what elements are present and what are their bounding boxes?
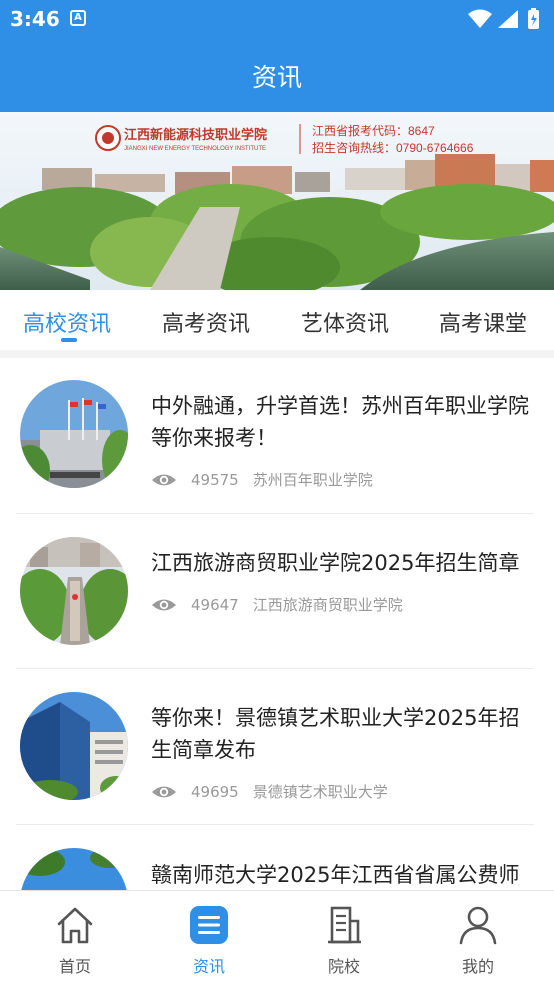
news-title[interactable]: 江西旅游商贸职业学院2025年招生简章 bbox=[151, 547, 531, 579]
status-time: 3:46 bbox=[10, 7, 60, 31]
nav-profile[interactable]: 我的 bbox=[428, 903, 528, 977]
notification-a-icon: A bbox=[70, 10, 86, 26]
news-source: 景德镇艺术职业大学 bbox=[252, 783, 388, 801]
banner-code-line: 江西省报考代码：8647 bbox=[312, 123, 435, 138]
banner-school-name-en: JIANGXI NEW ENERGY TECHNOLOGY INSTITUTE bbox=[124, 146, 266, 152]
news-title[interactable]: 赣南师范大学2025年江西省省属公费师 bbox=[151, 859, 531, 890]
signal-icon bbox=[498, 10, 518, 28]
status-bar: 3:46 A bbox=[0, 0, 554, 38]
nav-news[interactable]: 资讯 bbox=[159, 903, 259, 977]
eye-icon bbox=[152, 474, 176, 485]
news-title[interactable]: 等你来！景德镇艺术职业大学2025年招生简章发布 bbox=[151, 702, 531, 766]
news-list-icon bbox=[190, 906, 228, 944]
category-tabs: 高校资讯 高考资讯 艺体资讯 高考课堂 bbox=[0, 290, 554, 350]
nav-colleges-label: 院校 bbox=[327, 957, 360, 976]
nav-home[interactable]: 首页 bbox=[25, 903, 125, 977]
tab-yiti-news[interactable]: 艺体资讯 bbox=[301, 306, 389, 338]
status-icons bbox=[468, 8, 539, 29]
wifi-icon bbox=[468, 9, 492, 28]
active-tab-indicator bbox=[61, 338, 77, 342]
news-meta: 49575 苏州百年职业学院 bbox=[151, 469, 373, 489]
nav-profile-label: 我的 bbox=[461, 957, 494, 976]
view-count: 49647 bbox=[191, 595, 239, 614]
news-list-item[interactable]: 中外融通，升学首选！苏州百年职业学院等你来报考！ 49575 苏州百年职业学院 bbox=[0, 358, 554, 514]
nav-home-label: 首页 bbox=[58, 957, 91, 976]
news-list-item[interactable]: 等你来！景德镇艺术职业大学2025年招生简章发布 49695 景德镇艺术职业大学 bbox=[0, 669, 554, 825]
banner-carousel[interactable]: 江西新能源科技职业学院 JIANGXI NEW ENERGY TECHNOLOG… bbox=[0, 112, 554, 290]
news-thumbnail bbox=[20, 380, 128, 488]
news-title[interactable]: 中外融通，升学首选！苏州百年职业学院等你来报考！ bbox=[151, 390, 531, 454]
nav-colleges[interactable]: 院校 bbox=[294, 903, 394, 977]
news-source: 苏州百年职业学院 bbox=[252, 471, 373, 489]
banner-hotline-line: 招生咨询热线：0790-6764666 bbox=[312, 140, 474, 155]
page-title: 资讯 bbox=[251, 63, 302, 92]
person-icon bbox=[459, 906, 497, 945]
news-list-item[interactable]: 江西旅游商贸职业学院2025年招生简章 49647 江西旅游商贸职业学院 bbox=[0, 514, 554, 670]
news-thumbnail bbox=[20, 537, 128, 645]
app-header: 3:46 A 资讯 bbox=[0, 0, 554, 112]
news-list-item[interactable]: 赣南师范大学2025年江西省省属公费师 bbox=[0, 825, 554, 890]
nav-news-label: 资讯 bbox=[192, 957, 225, 976]
view-count: 49695 bbox=[191, 782, 239, 801]
news-meta: 49647 江西旅游商贸职业学院 bbox=[151, 594, 403, 614]
news-source: 江西旅游商贸职业学院 bbox=[252, 596, 403, 614]
news-meta: 49695 景德镇艺术职业大学 bbox=[151, 781, 388, 801]
tab-gaoxiao-news[interactable]: 高校资讯 bbox=[23, 306, 111, 338]
tab-gaokao-class[interactable]: 高考课堂 bbox=[439, 306, 527, 338]
campus-banner-image: 江西新能源科技职业学院 JIANGXI NEW ENERGY TECHNOLOG… bbox=[0, 112, 554, 290]
building-icon bbox=[328, 906, 361, 944]
section-divider bbox=[0, 350, 554, 358]
news-thumbnail bbox=[20, 692, 128, 800]
home-icon bbox=[57, 907, 93, 944]
banner-school-name: 江西新能源科技职业学院 bbox=[124, 127, 267, 142]
news-thumbnail bbox=[20, 848, 128, 890]
eye-icon bbox=[152, 786, 176, 797]
bottom-navigation: 首页 资讯 院校 我的 bbox=[0, 890, 554, 984]
tab-gaokao-news[interactable]: 高考资讯 bbox=[162, 306, 250, 338]
eye-icon bbox=[152, 599, 176, 610]
view-count: 49575 bbox=[191, 470, 239, 489]
